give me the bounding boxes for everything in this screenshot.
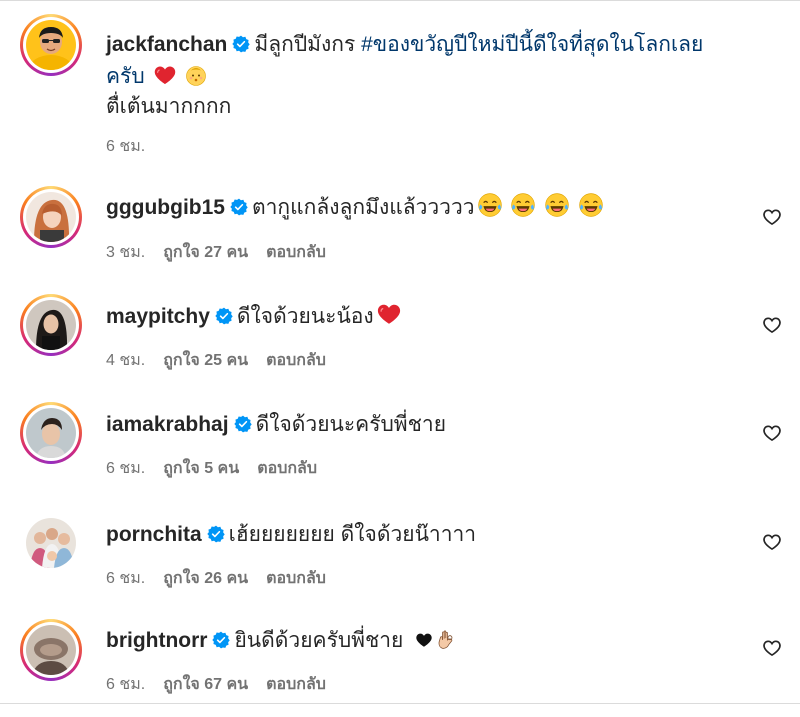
verified-badge-icon: [215, 307, 233, 325]
avatar-story-ring[interactable]: [20, 14, 82, 76]
hashtag-link-continuation[interactable]: ครับ: [106, 65, 145, 88]
heart-outline-icon[interactable]: [762, 638, 782, 658]
like-count[interactable]: ถูกใจ 67 คน: [163, 676, 248, 693]
comment-text: เฮ้ยยยยยยย ดีใจด้วยน๊าาาา: [228, 523, 477, 546]
bottom-divider: [0, 703, 800, 704]
verified-badge-icon: [207, 525, 225, 543]
avatar[interactable]: [26, 408, 76, 458]
reply-button[interactable]: ตอบกลับ: [266, 244, 326, 261]
reply-button[interactable]: ตอบกลับ: [266, 570, 326, 587]
baby-emoji-icon: [184, 63, 208, 87]
caption-meta: 6 ชม.: [106, 134, 163, 159]
heart-outline-icon[interactable]: [762, 532, 782, 552]
username[interactable]: iamakrabhaj: [106, 413, 229, 436]
caption-text-block: jackfanchan มีลูกปีมังกร #ของขวัญปีใหม่ปี…: [106, 29, 746, 93]
verified-badge-icon: [234, 415, 252, 433]
verified-badge-icon: [212, 631, 230, 649]
face-with-tears-of-joy-icon: [477, 192, 503, 218]
avatar[interactable]: [26, 518, 76, 568]
like-count[interactable]: ถูกใจ 26 คน: [163, 570, 248, 587]
timestamp[interactable]: 6 ชม.: [106, 138, 145, 155]
verified-badge-icon: [232, 35, 250, 53]
comment-meta: 6 ชม. ถูกใจ 26 คน ตอบกลับ: [106, 566, 344, 591]
like-count[interactable]: ถูกใจ 25 คน: [163, 352, 248, 369]
timestamp[interactable]: 4 ชม.: [106, 352, 145, 369]
red-heart-emoji-icon: [376, 301, 402, 327]
comment-text-block: iamakrabhaj ดีใจด้วยนะครับพี่ชาย: [106, 409, 746, 441]
comment-text: ดีใจด้วยนะน้อง: [236, 305, 374, 328]
comment-meta: 4 ชม. ถูกใจ 25 คน ตอบกลับ: [106, 348, 344, 373]
username[interactable]: brightnorr: [106, 629, 207, 652]
timestamp[interactable]: 6 ชม.: [106, 676, 145, 693]
hashtag-link[interactable]: #ของขวัญปีใหม่ปีนี้ดีใจที่สุดในโลกเลย: [361, 33, 703, 56]
face-with-tears-of-joy-icon: [510, 192, 536, 218]
reply-button[interactable]: ตอบกลับ: [266, 676, 326, 693]
comment-text: ดีใจด้วยนะครับพี่ชาย: [255, 413, 446, 436]
username[interactable]: jackfanchan: [106, 33, 227, 56]
comment-meta: 6 ชม. ถูกใจ 5 คน ตอบกลับ: [106, 456, 335, 481]
heart-outline-icon[interactable]: [762, 315, 782, 335]
comment-text: ตากูแกล้งลูกมึงแล้ววววว: [252, 196, 475, 219]
comment-meta: 3 ชม. ถูกใจ 27 คน ตอบกลับ: [106, 240, 344, 265]
username[interactable]: pornchita: [106, 523, 202, 546]
caption-line2: ตื่เต้นมากกกก: [106, 95, 232, 118]
red-heart-emoji-icon: [153, 63, 177, 87]
avatar-no-story[interactable]: [20, 512, 82, 574]
timestamp[interactable]: 6 ชม.: [106, 570, 145, 587]
avatar-story-ring[interactable]: [20, 402, 82, 464]
comment-text-block: maypitchy ดีใจด้วยนะน้อง: [106, 301, 746, 333]
avatar-story-ring[interactable]: [20, 294, 82, 356]
comment-meta: 6 ชม. ถูกใจ 67 คน ตอบกลับ: [106, 672, 344, 697]
verified-badge-icon: [230, 198, 248, 216]
comment-text-block: brightnorr ยินดีด้วยครับพี่ชาย: [106, 625, 746, 657]
avatar[interactable]: [26, 300, 76, 350]
reply-button[interactable]: ตอบกลับ: [257, 460, 317, 477]
avatar[interactable]: [26, 192, 76, 242]
like-count[interactable]: ถูกใจ 27 คน: [163, 244, 248, 261]
username[interactable]: gggubgib15: [106, 196, 225, 219]
avatar-story-ring[interactable]: [20, 186, 82, 248]
timestamp[interactable]: 6 ชม.: [106, 460, 145, 477]
top-divider: [0, 0, 800, 1]
comment-text: ยินดีด้วยครับพี่ชาย: [234, 629, 404, 652]
avatar[interactable]: [26, 20, 76, 70]
avatar[interactable]: [26, 625, 76, 675]
like-count[interactable]: ถูกใจ 5 คน: [163, 460, 239, 477]
reply-button[interactable]: ตอบกลับ: [266, 352, 326, 369]
avatar-story-ring[interactable]: [20, 619, 82, 681]
heart-outline-icon[interactable]: [762, 207, 782, 227]
username[interactable]: maypitchy: [106, 305, 210, 328]
heart-outline-icon[interactable]: [762, 423, 782, 443]
face-with-tears-of-joy-icon: [544, 192, 570, 218]
comment-text-block: gggubgib15 ตากูแกล้งลูกมึงแล้ววววว: [106, 192, 746, 224]
black-heart-icon: [415, 631, 433, 649]
ok-hand-emoji-icon: [435, 629, 457, 651]
caption-text: มีลูกปีมังกร: [254, 33, 356, 56]
timestamp[interactable]: 3 ชม.: [106, 244, 145, 261]
face-with-tears-of-joy-icon: [578, 192, 604, 218]
comment-text-block: pornchita เฮ้ยยยยยยย ดีใจด้วยน๊าาาา: [106, 519, 746, 551]
